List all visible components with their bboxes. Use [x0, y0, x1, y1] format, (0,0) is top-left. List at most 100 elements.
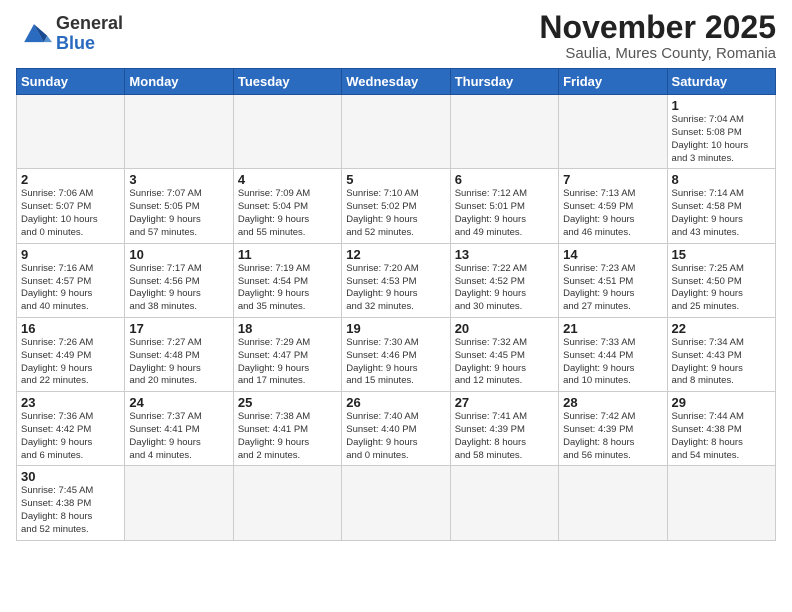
calendar-cell [125, 466, 233, 540]
day-info: Sunrise: 7:41 AM Sunset: 4:39 PM Dayligh… [455, 411, 554, 462]
calendar-cell: 25Sunrise: 7:38 AM Sunset: 4:41 PM Dayli… [233, 392, 341, 466]
weekday-header: Saturday [667, 69, 775, 95]
month-title: November 2025 [539, 10, 776, 45]
day-number: 2 [21, 172, 120, 187]
calendar-cell: 29Sunrise: 7:44 AM Sunset: 4:38 PM Dayli… [667, 392, 775, 466]
day-number: 25 [238, 395, 337, 410]
calendar-cell [450, 95, 558, 169]
calendar-cell: 27Sunrise: 7:41 AM Sunset: 4:39 PM Dayli… [450, 392, 558, 466]
day-number: 22 [672, 321, 771, 336]
calendar-cell: 21Sunrise: 7:33 AM Sunset: 4:44 PM Dayli… [559, 317, 667, 391]
calendar-cell: 16Sunrise: 7:26 AM Sunset: 4:49 PM Dayli… [17, 317, 125, 391]
calendar-cell [125, 95, 233, 169]
calendar-cell [559, 466, 667, 540]
day-info: Sunrise: 7:23 AM Sunset: 4:51 PM Dayligh… [563, 263, 662, 314]
calendar-cell: 26Sunrise: 7:40 AM Sunset: 4:40 PM Dayli… [342, 392, 450, 466]
calendar-week-row: 16Sunrise: 7:26 AM Sunset: 4:49 PM Dayli… [17, 317, 776, 391]
calendar-cell: 17Sunrise: 7:27 AM Sunset: 4:48 PM Dayli… [125, 317, 233, 391]
day-info: Sunrise: 7:26 AM Sunset: 4:49 PM Dayligh… [21, 337, 120, 388]
calendar-week-row: 30Sunrise: 7:45 AM Sunset: 4:38 PM Dayli… [17, 466, 776, 540]
calendar-cell: 5Sunrise: 7:10 AM Sunset: 5:02 PM Daylig… [342, 169, 450, 243]
day-number: 20 [455, 321, 554, 336]
day-info: Sunrise: 7:38 AM Sunset: 4:41 PM Dayligh… [238, 411, 337, 462]
day-number: 7 [563, 172, 662, 187]
calendar-cell [342, 95, 450, 169]
calendar-cell [233, 466, 341, 540]
day-number: 24 [129, 395, 228, 410]
calendar-table: SundayMondayTuesdayWednesdayThursdayFrid… [16, 68, 776, 541]
day-info: Sunrise: 7:19 AM Sunset: 4:54 PM Dayligh… [238, 263, 337, 314]
weekday-header: Sunday [17, 69, 125, 95]
day-info: Sunrise: 7:09 AM Sunset: 5:04 PM Dayligh… [238, 188, 337, 239]
day-number: 6 [455, 172, 554, 187]
weekday-header: Thursday [450, 69, 558, 95]
calendar-week-row: 9Sunrise: 7:16 AM Sunset: 4:57 PM Daylig… [17, 243, 776, 317]
weekday-header: Wednesday [342, 69, 450, 95]
day-number: 30 [21, 469, 120, 484]
calendar-cell: 12Sunrise: 7:20 AM Sunset: 4:53 PM Dayli… [342, 243, 450, 317]
day-number: 29 [672, 395, 771, 410]
calendar-page: GeneralBlue November 2025 Saulia, Mures … [0, 0, 792, 612]
day-info: Sunrise: 7:14 AM Sunset: 4:58 PM Dayligh… [672, 188, 771, 239]
day-info: Sunrise: 7:07 AM Sunset: 5:05 PM Dayligh… [129, 188, 228, 239]
day-number: 10 [129, 247, 228, 262]
calendar-cell: 3Sunrise: 7:07 AM Sunset: 5:05 PM Daylig… [125, 169, 233, 243]
weekday-header: Monday [125, 69, 233, 95]
calendar-cell: 8Sunrise: 7:14 AM Sunset: 4:58 PM Daylig… [667, 169, 775, 243]
day-number: 14 [563, 247, 662, 262]
day-number: 9 [21, 247, 120, 262]
calendar-cell: 23Sunrise: 7:36 AM Sunset: 4:42 PM Dayli… [17, 392, 125, 466]
weekday-header: Tuesday [233, 69, 341, 95]
header: GeneralBlue November 2025 Saulia, Mures … [16, 10, 776, 62]
day-number: 3 [129, 172, 228, 187]
day-info: Sunrise: 7:42 AM Sunset: 4:39 PM Dayligh… [563, 411, 662, 462]
day-info: Sunrise: 7:04 AM Sunset: 5:08 PM Dayligh… [672, 114, 771, 165]
day-info: Sunrise: 7:12 AM Sunset: 5:01 PM Dayligh… [455, 188, 554, 239]
day-number: 1 [672, 98, 771, 113]
day-number: 23 [21, 395, 120, 410]
day-number: 19 [346, 321, 445, 336]
logo: GeneralBlue [16, 14, 123, 54]
day-info: Sunrise: 7:27 AM Sunset: 4:48 PM Dayligh… [129, 337, 228, 388]
calendar-cell: 18Sunrise: 7:29 AM Sunset: 4:47 PM Dayli… [233, 317, 341, 391]
location-subtitle: Saulia, Mures County, Romania [539, 45, 776, 62]
calendar-week-row: 23Sunrise: 7:36 AM Sunset: 4:42 PM Dayli… [17, 392, 776, 466]
day-info: Sunrise: 7:33 AM Sunset: 4:44 PM Dayligh… [563, 337, 662, 388]
calendar-cell: 22Sunrise: 7:34 AM Sunset: 4:43 PM Dayli… [667, 317, 775, 391]
calendar-cell: 20Sunrise: 7:32 AM Sunset: 4:45 PM Dayli… [450, 317, 558, 391]
day-info: Sunrise: 7:16 AM Sunset: 4:57 PM Dayligh… [21, 263, 120, 314]
day-info: Sunrise: 7:20 AM Sunset: 4:53 PM Dayligh… [346, 263, 445, 314]
day-number: 21 [563, 321, 662, 336]
day-number: 28 [563, 395, 662, 410]
calendar-week-row: 1Sunrise: 7:04 AM Sunset: 5:08 PM Daylig… [17, 95, 776, 169]
calendar-cell: 7Sunrise: 7:13 AM Sunset: 4:59 PM Daylig… [559, 169, 667, 243]
day-number: 16 [21, 321, 120, 336]
day-info: Sunrise: 7:25 AM Sunset: 4:50 PM Dayligh… [672, 263, 771, 314]
calendar-cell: 28Sunrise: 7:42 AM Sunset: 4:39 PM Dayli… [559, 392, 667, 466]
calendar-cell: 1Sunrise: 7:04 AM Sunset: 5:08 PM Daylig… [667, 95, 775, 169]
calendar-cell [450, 466, 558, 540]
day-info: Sunrise: 7:30 AM Sunset: 4:46 PM Dayligh… [346, 337, 445, 388]
calendar-cell: 10Sunrise: 7:17 AM Sunset: 4:56 PM Dayli… [125, 243, 233, 317]
day-number: 18 [238, 321, 337, 336]
day-info: Sunrise: 7:17 AM Sunset: 4:56 PM Dayligh… [129, 263, 228, 314]
day-info: Sunrise: 7:34 AM Sunset: 4:43 PM Dayligh… [672, 337, 771, 388]
logo-text: GeneralBlue [56, 14, 123, 54]
calendar-cell: 6Sunrise: 7:12 AM Sunset: 5:01 PM Daylig… [450, 169, 558, 243]
day-info: Sunrise: 7:06 AM Sunset: 5:07 PM Dayligh… [21, 188, 120, 239]
calendar-cell: 11Sunrise: 7:19 AM Sunset: 4:54 PM Dayli… [233, 243, 341, 317]
calendar-cell: 19Sunrise: 7:30 AM Sunset: 4:46 PM Dayli… [342, 317, 450, 391]
calendar-cell [233, 95, 341, 169]
calendar-header-row: SundayMondayTuesdayWednesdayThursdayFrid… [17, 69, 776, 95]
calendar-cell: 24Sunrise: 7:37 AM Sunset: 4:41 PM Dayli… [125, 392, 233, 466]
day-info: Sunrise: 7:32 AM Sunset: 4:45 PM Dayligh… [455, 337, 554, 388]
weekday-header: Friday [559, 69, 667, 95]
day-info: Sunrise: 7:10 AM Sunset: 5:02 PM Dayligh… [346, 188, 445, 239]
day-number: 15 [672, 247, 771, 262]
day-number: 27 [455, 395, 554, 410]
day-info: Sunrise: 7:22 AM Sunset: 4:52 PM Dayligh… [455, 263, 554, 314]
day-number: 12 [346, 247, 445, 262]
day-info: Sunrise: 7:36 AM Sunset: 4:42 PM Dayligh… [21, 411, 120, 462]
calendar-cell: 13Sunrise: 7:22 AM Sunset: 4:52 PM Dayli… [450, 243, 558, 317]
day-info: Sunrise: 7:40 AM Sunset: 4:40 PM Dayligh… [346, 411, 445, 462]
